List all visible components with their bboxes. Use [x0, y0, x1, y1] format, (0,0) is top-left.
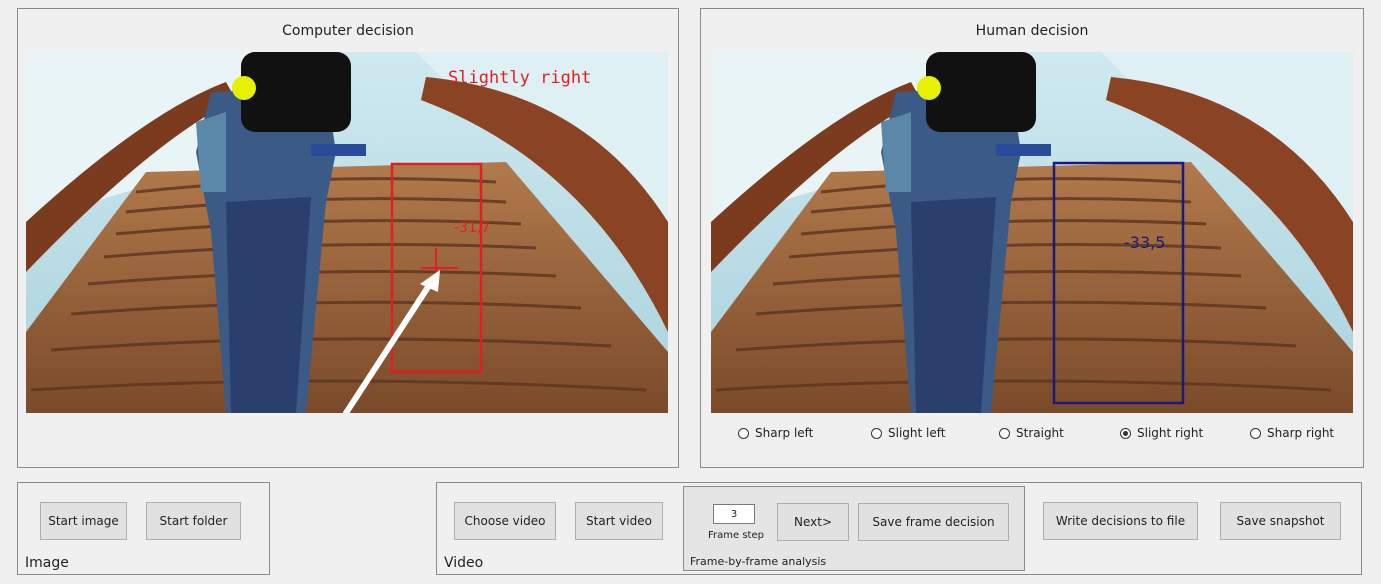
- computer-box-value: -31,7: [454, 220, 490, 236]
- radio-icon: [871, 427, 882, 439]
- frame-by-frame-group: 3 Frame step Next> Save frame decision F…: [683, 486, 1025, 571]
- video-group: Choose video Start video Video 3 Frame s…: [436, 482, 1362, 575]
- option-label: Slight right: [1137, 426, 1204, 440]
- radio-icon: [999, 427, 1010, 439]
- option-label: Slight left: [888, 426, 946, 440]
- option-label: Sharp right: [1267, 426, 1335, 440]
- option-slight-left[interactable]: Slight left: [871, 426, 945, 440]
- frame-by-frame-label: Frame-by-frame analysis: [690, 555, 827, 568]
- option-slight-right[interactable]: Slight right: [1120, 426, 1203, 440]
- write-decisions-button[interactable]: Write decisions to file: [1043, 502, 1198, 540]
- save-frame-decision-button[interactable]: Save frame decision: [858, 503, 1009, 541]
- option-label: Straight: [1016, 426, 1064, 440]
- computer-decision-panel: Computer decision -31,7 Slightly right: [17, 8, 679, 468]
- next-frame-button[interactable]: Next>: [777, 503, 849, 541]
- human-box-value: -33,5: [1124, 233, 1165, 252]
- radio-checked-icon: [1120, 427, 1131, 439]
- human-video-frame: -33,5: [711, 52, 1353, 413]
- option-sharp-left[interactable]: Sharp left: [738, 426, 813, 440]
- frame-step-label: Frame step: [708, 530, 764, 541]
- computer-overlay-label: Slightly right: [448, 68, 591, 88]
- start-folder-button[interactable]: Start folder: [146, 502, 241, 540]
- choose-video-button[interactable]: Choose video: [454, 502, 556, 540]
- video-group-label: Video: [444, 555, 484, 571]
- computer-video-frame: -31,7 Slightly right: [26, 52, 668, 413]
- human-decision-title: Human decision: [975, 23, 1089, 39]
- start-video-button[interactable]: Start video: [575, 502, 663, 540]
- human-decision-panel: Human decision -33,5 Sharp left Slight l…: [700, 8, 1364, 468]
- frame-step-input[interactable]: 3: [713, 504, 755, 524]
- option-label: Sharp left: [755, 426, 814, 440]
- option-sharp-right[interactable]: Sharp right: [1250, 426, 1334, 440]
- image-group: Start image Start folder Image: [17, 482, 270, 575]
- radio-icon: [738, 427, 749, 439]
- start-image-button[interactable]: Start image: [40, 502, 127, 540]
- computer-decision-title: Computer decision: [282, 23, 414, 39]
- radio-icon: [1250, 427, 1261, 439]
- image-group-label: Image: [25, 555, 69, 571]
- option-straight[interactable]: Straight: [999, 426, 1064, 440]
- save-snapshot-button[interactable]: Save snapshot: [1220, 502, 1341, 540]
